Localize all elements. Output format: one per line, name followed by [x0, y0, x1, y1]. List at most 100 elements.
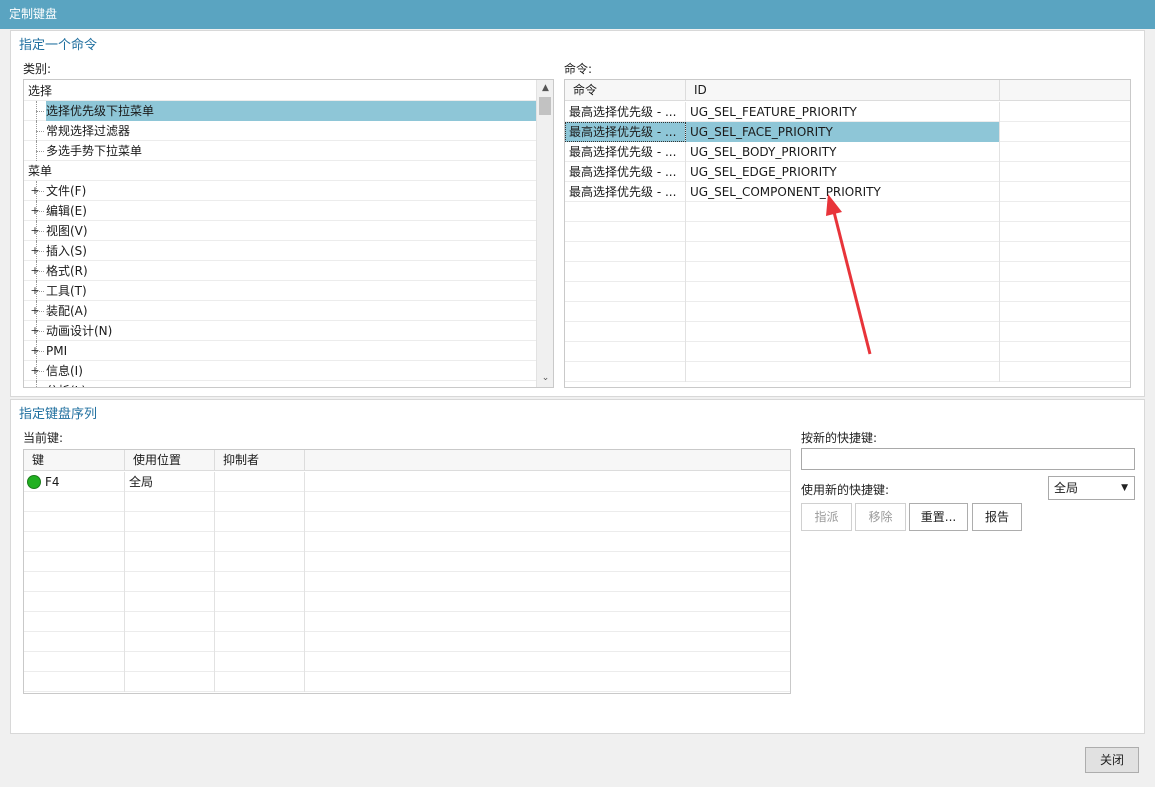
expand-plus-icon[interactable]: +: [30, 201, 40, 221]
tree-item[interactable]: + 编辑(E): [24, 201, 536, 221]
key-cell: [24, 672, 125, 692]
location-cell: [125, 552, 215, 572]
expand-plus-icon[interactable]: +: [30, 381, 40, 387]
command-row[interactable]: 最高选择优先级 - ... UG_SEL_EDGE_PRIORITY: [565, 162, 1130, 182]
tree-guide-line: [36, 151, 44, 152]
expand-plus-icon[interactable]: +: [30, 341, 40, 361]
expand-plus-icon[interactable]: +: [30, 221, 40, 241]
chevron-down-icon[interactable]: ⌄: [537, 370, 553, 387]
report-button[interactable]: 报告: [972, 503, 1022, 531]
location-cell: [125, 512, 215, 532]
tree-item-label: 插入(S): [46, 244, 87, 258]
filler-cell: [305, 552, 790, 572]
tree-item-label: 信息(I): [46, 364, 83, 378]
column-header-command[interactable]: 命令: [565, 80, 686, 101]
key-cell: [24, 572, 125, 592]
tree-item[interactable]: 选择: [24, 81, 536, 101]
command-name-cell: [565, 322, 686, 342]
tree-item-label: 选择优先级下拉菜单: [46, 101, 536, 121]
tree-item[interactable]: + 插入(S): [24, 241, 536, 261]
expand-plus-icon[interactable]: +: [30, 181, 40, 201]
tree-item[interactable]: 选择优先级下拉菜单: [24, 101, 536, 121]
status-active-icon: [27, 475, 41, 489]
command-id-cell: [686, 242, 1000, 262]
key-cell: [24, 492, 125, 512]
filler-cell: [1000, 322, 1130, 342]
command-list[interactable]: 命令 ID 最高选择优先级 - ... UG_SEL_FEATURE_PRIORI…: [564, 79, 1131, 388]
tree-guide-line: [36, 111, 44, 112]
remove-button[interactable]: 移除: [855, 503, 906, 531]
command-name-cell: 最高选择优先级 - ...: [565, 102, 686, 122]
tree-item[interactable]: + 视图(V): [24, 221, 536, 241]
tree-item-label: 工具(T): [46, 284, 87, 298]
tree-item[interactable]: 多选手势下拉菜单: [24, 141, 536, 161]
tree-scrollbar[interactable]: ▲ ⌄: [536, 80, 553, 387]
column-header-id[interactable]: ID: [686, 80, 1000, 101]
key-cell: [24, 612, 125, 632]
command-row[interactable]: 最高选择优先级 - ... UG_SEL_FACE_PRIORITY: [565, 122, 1130, 142]
command-name-cell: [565, 302, 686, 322]
command-id-cell: UG_SEL_EDGE_PRIORITY: [686, 162, 1000, 182]
current-keys-table[interactable]: 键 使用位置 抑制者 F4 全局: [23, 449, 791, 694]
empty-row: [565, 202, 1130, 222]
new-shortcut-input[interactable]: [801, 448, 1135, 470]
expand-plus-icon[interactable]: +: [30, 321, 40, 341]
tree-item[interactable]: + 文件(F): [24, 181, 536, 201]
suppressed-by-cell: [215, 632, 305, 652]
filler-cell: [1000, 302, 1130, 322]
expand-plus-icon[interactable]: +: [30, 261, 40, 281]
filler-cell: [1000, 182, 1130, 202]
key-row[interactable]: F4 全局: [24, 472, 790, 492]
location-cell: [125, 572, 215, 592]
column-header-filler: [1000, 80, 1130, 101]
tree-item[interactable]: + PMI: [24, 341, 536, 361]
tree-item-label: 多选手势下拉菜单: [46, 144, 143, 158]
empty-row: [565, 302, 1130, 322]
location-cell: [125, 632, 215, 652]
location-cell: 全局: [125, 472, 215, 492]
filler-cell: [305, 592, 790, 612]
expand-plus-icon[interactable]: +: [30, 361, 40, 381]
empty-row: [565, 322, 1130, 342]
category-tree[interactable]: + 分析(L) + 信息(I) + PMI + 动画设计(N) + 装配(A) + 工具(T) + 格式(…: [23, 79, 554, 388]
command-label: 命令:: [564, 62, 593, 76]
tree-item-label: 菜单: [28, 164, 53, 178]
filler-cell: [305, 532, 790, 552]
expand-plus-icon[interactable]: +: [30, 241, 40, 261]
current-keys-label: 当前键:: [23, 431, 64, 445]
command-row[interactable]: 最高选择优先级 - ... UG_SEL_BODY_PRIORITY: [565, 142, 1130, 162]
command-id-cell: [686, 322, 1000, 342]
scope-select[interactable]: 全局 ▼: [1048, 476, 1135, 500]
filler-cell: [1000, 342, 1130, 362]
command-id-cell: UG_SEL_COMPONENT_PRIORITY: [686, 182, 1000, 202]
scroll-up-icon[interactable]: ▲: [537, 80, 553, 97]
filler-cell: [305, 492, 790, 512]
tree-item-label: 常规选择过滤器: [46, 124, 131, 138]
reset-button[interactable]: 重置...: [909, 503, 968, 531]
column-header-location[interactable]: 使用位置: [125, 450, 215, 471]
location-cell: [125, 492, 215, 512]
scroll-thumb[interactable]: [539, 97, 551, 115]
key-cell: [24, 552, 125, 572]
empty-row: [565, 342, 1130, 362]
tree-item[interactable]: + 分析(L): [24, 381, 536, 387]
column-header-suppressed-by[interactable]: 抑制者: [215, 450, 305, 471]
column-header-key[interactable]: 键: [24, 450, 125, 471]
command-row[interactable]: 最高选择优先级 - ... UG_SEL_FEATURE_PRIORITY: [565, 102, 1130, 122]
empty-row: [24, 592, 790, 612]
expand-plus-icon[interactable]: +: [30, 301, 40, 321]
expand-plus-icon[interactable]: +: [30, 281, 40, 301]
assign-button[interactable]: 指派: [801, 503, 852, 531]
tree-item[interactable]: + 装配(A): [24, 301, 536, 321]
command-row[interactable]: 最高选择优先级 - ... UG_SEL_COMPONENT_PRIORITY: [565, 182, 1130, 202]
close-button[interactable]: 关闭: [1085, 747, 1139, 773]
tree-item[interactable]: + 格式(R): [24, 261, 536, 281]
new-shortcut-label: 按新的快捷键:: [801, 431, 878, 445]
tree-item[interactable]: 菜单: [24, 161, 536, 181]
tree-item[interactable]: + 工具(T): [24, 281, 536, 301]
tree-item[interactable]: + 动画设计(N): [24, 321, 536, 341]
tree-item[interactable]: 常规选择过滤器: [24, 121, 536, 141]
tree-item-label: 文件(F): [46, 184, 87, 198]
empty-row: [565, 362, 1130, 382]
tree-item[interactable]: + 信息(I): [24, 361, 536, 381]
